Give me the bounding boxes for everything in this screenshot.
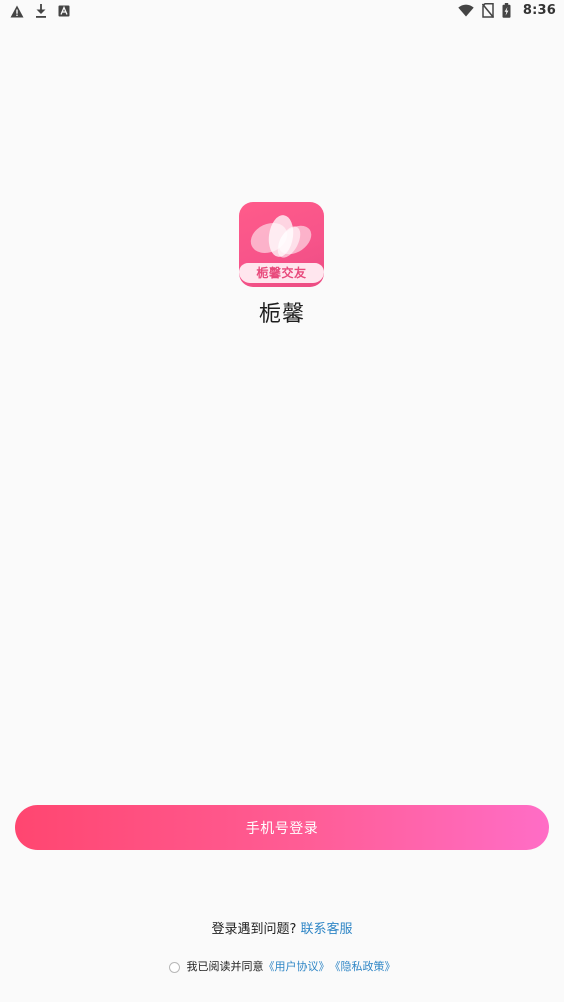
download-icon bbox=[35, 4, 47, 18]
login-help-question: 登录遇到问题? bbox=[211, 922, 297, 937]
phone-login-label: 手机号登录 bbox=[245, 820, 319, 837]
status-left-icons bbox=[10, 4, 70, 18]
agreement-row: 我已阅读并同意 《用户协议》 《隐私政策》 bbox=[0, 958, 564, 974]
no-sim-icon bbox=[481, 3, 494, 18]
contact-support-link[interactable]: 联系客服 bbox=[300, 922, 352, 937]
user-agreement-link[interactable]: 《用户协议》 bbox=[264, 958, 330, 974]
privacy-policy-link[interactable]: 《隐私政策》 bbox=[330, 958, 396, 974]
app-name: 栀馨 bbox=[258, 302, 305, 327]
status-bar: 8:36 bbox=[0, 0, 564, 24]
status-right-icons: 8:36 bbox=[458, 3, 556, 18]
warning-icon bbox=[10, 5, 24, 18]
agreement-checkbox[interactable] bbox=[168, 961, 180, 973]
logo-text: 栀馨交友 bbox=[256, 266, 307, 280]
app-logo: 栀馨交友 bbox=[239, 202, 324, 287]
status-time: 8:36 bbox=[522, 3, 556, 18]
battery-icon bbox=[502, 3, 511, 18]
wifi-icon bbox=[458, 4, 474, 17]
agreement-prefix: 我已阅读并同意 bbox=[186, 960, 264, 973]
font-a-icon bbox=[58, 5, 70, 17]
phone-login-button[interactable]: 手机号登录 bbox=[15, 805, 549, 850]
login-help-row: 登录遇到问题? 联系客服 bbox=[0, 918, 564, 937]
